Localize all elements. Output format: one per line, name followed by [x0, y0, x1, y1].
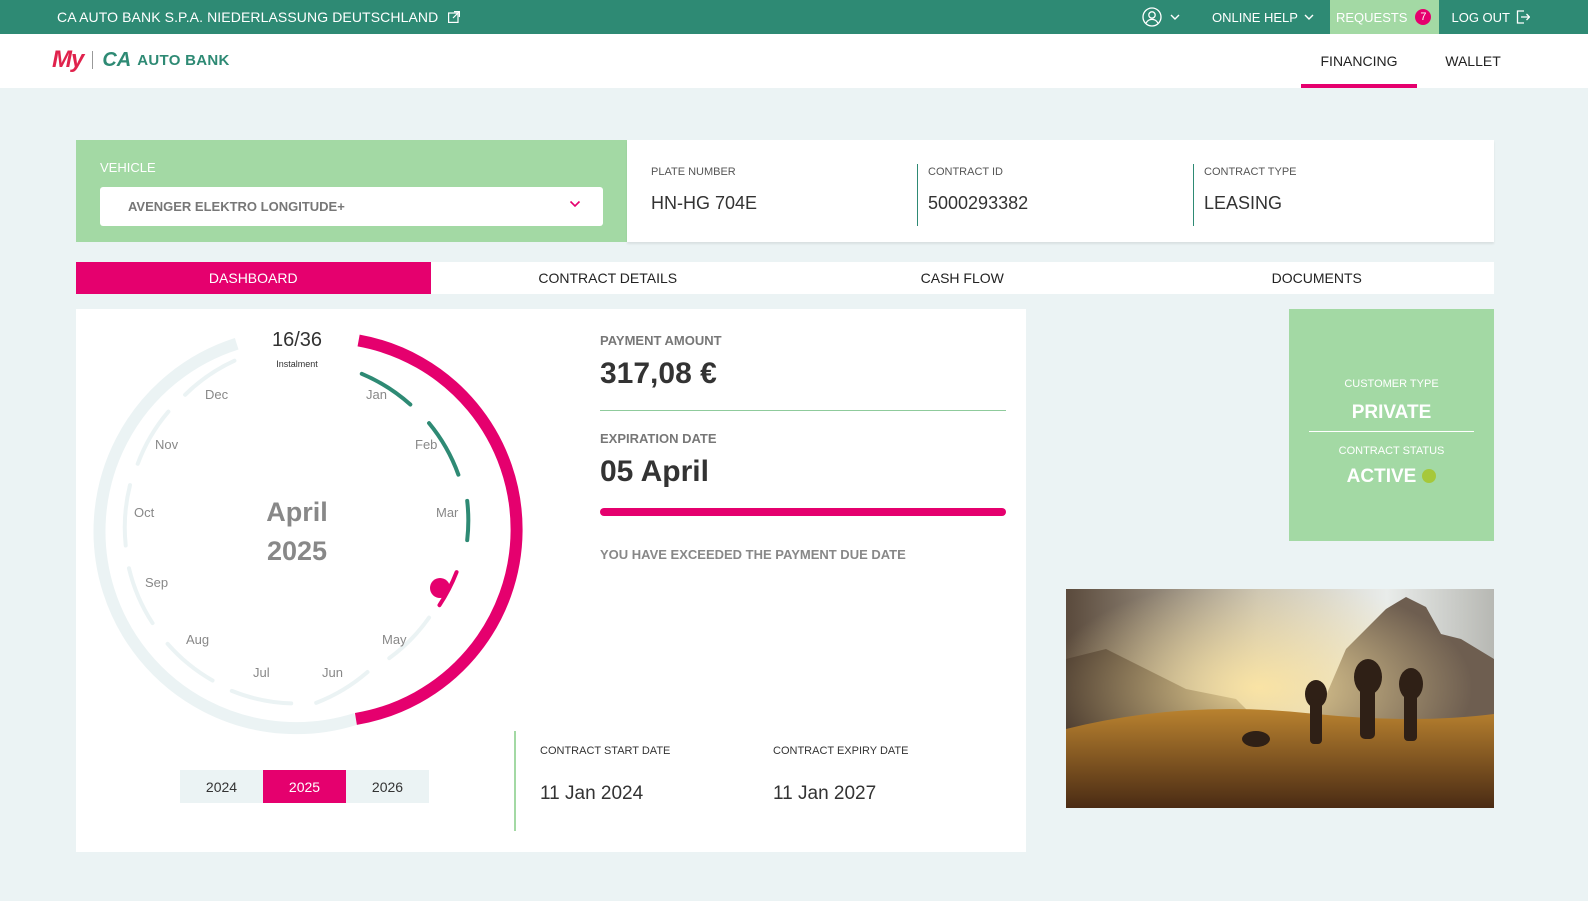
nav-wallet[interactable]: WALLET: [1430, 34, 1516, 88]
year-button-2024[interactable]: 2024: [180, 770, 263, 803]
month-label-oct: Oct: [134, 505, 155, 520]
contract-type-value: LEASING: [1204, 193, 1283, 213]
tab-dashboard[interactable]: DASHBOARD: [76, 262, 431, 294]
month-label-may: May: [382, 632, 407, 647]
selected-month: April: [266, 497, 328, 527]
bank-name-link[interactable]: CA AUTO BANK S.P.A. NIEDERLASSUNG DEUTSC…: [57, 9, 461, 25]
contract-type-block: CONTRACT TYPE LEASING: [1193, 164, 1297, 226]
online-help-label: ONLINE HELP: [1211, 9, 1298, 25]
logout-icon: [1516, 10, 1530, 24]
tab-bar: DASHBOARD CONTRACT DETAILS CASH FLOW DOC…: [76, 262, 1494, 294]
requests-count-badge: 7: [1415, 9, 1432, 25]
logo-separator: [92, 51, 94, 69]
chevron-down-icon: [1304, 14, 1314, 20]
month-label-mar: Mar: [436, 505, 459, 520]
hikers-photo: [1066, 589, 1494, 808]
year-selector: 2024 2025 2026: [180, 770, 429, 803]
expiry-date-value: 11 Jan 2027: [773, 783, 877, 804]
vehicle-label: VEHICLE: [100, 160, 156, 175]
payment-amount-label: PAYMENT AMOUNT: [600, 333, 722, 348]
logout-label: LOG OUT: [1451, 9, 1510, 25]
logo-ca-mark: CA: [102, 48, 132, 71]
chevron-down-icon: [1170, 14, 1180, 20]
customer-type-label: CUSTOMER TYPE: [1344, 378, 1439, 390]
user-menu[interactable]: [1142, 7, 1180, 27]
contract-status: ACTIVE: [1289, 466, 1494, 488]
month-label-jan: Jan: [366, 387, 387, 402]
month-label-sep: Sep: [145, 575, 169, 590]
main-header: My CA AUTO BANK FINANCING WALLET: [0, 34, 1588, 88]
expiry-date-label: CONTRACT EXPIRY DATE: [773, 745, 909, 757]
expiration-date-label: EXPIRATION DATE: [600, 431, 717, 446]
contract-status-label: CONTRACT STATUS: [1338, 445, 1445, 457]
contract-dates: CONTRACT START DATE 11 Jan 2024 CONTRACT…: [514, 731, 954, 831]
instalment-counter: 16/36: [271, 329, 323, 351]
contract-type-label: CONTRACT TYPE: [1204, 166, 1297, 178]
contract-info-panel: PLATE NUMBER HN-HG 704E CONTRACT ID 5000…: [627, 140, 1494, 242]
status-indicator-dot: [1422, 469, 1437, 483]
online-help-menu[interactable]: ONLINE HELP: [1212, 10, 1314, 25]
logo-text: AUTO BANK: [137, 51, 230, 69]
dial-current-dot[interactable]: [430, 578, 450, 598]
contract-status-value: ACTIVE: [1346, 466, 1417, 487]
customer-panel: CUSTOMER TYPE PRIVATE CONTRACT STATUS AC…: [1289, 309, 1494, 541]
start-date-label: CONTRACT START DATE: [540, 745, 671, 757]
overdue-warning: YOU HAVE EXCEEDED THE PAYMENT DUE DATE: [600, 547, 906, 562]
start-date-value: 11 Jan 2024: [540, 783, 644, 804]
vehicle-panel: VEHICLE AVENGER ELEKTRO LONGITUDE+: [76, 140, 627, 242]
month-label-jul: Jul: [253, 665, 270, 680]
plate-number-label: PLATE NUMBER: [651, 166, 736, 178]
user-icon: [1142, 7, 1162, 27]
nav-financing[interactable]: FINANCING: [1301, 34, 1417, 88]
customer-type-value: PRIVATE: [1351, 402, 1432, 423]
expiry-date-block: CONTRACT EXPIRY DATE 11 Jan 2027: [773, 745, 909, 805]
payment-divider: [600, 410, 1006, 411]
payment-amount-value: 317,08 €: [600, 357, 717, 390]
month-label-dec: Dec: [205, 387, 229, 402]
month-label-aug: Aug: [186, 632, 210, 647]
requests-label: REQUESTS: [1335, 9, 1408, 25]
vehicle-select[interactable]: AVENGER ELEKTRO LONGITUDE+: [100, 187, 603, 226]
top-bar: CA AUTO BANK S.P.A. NIEDERLASSUNG DEUTSC…: [0, 0, 1588, 34]
year-button-2026[interactable]: 2026: [346, 770, 429, 803]
selected-period: April 2025: [226, 493, 368, 571]
tab-cash-flow[interactable]: CASH FLOW: [785, 262, 1140, 294]
bank-name[interactable]: CA AUTO BANK S.P.A. NIEDERLASSUNG DEUTSC…: [57, 9, 438, 25]
plate-number-value: HN-HG 704E: [651, 193, 758, 213]
vehicle-select-value: AVENGER ELEKTRO LONGITUDE+: [128, 199, 345, 214]
instalment-label: Instalment: [276, 359, 318, 369]
contract-id-block: CONTRACT ID 5000293382: [917, 164, 1028, 226]
overdue-bar: [600, 508, 1006, 516]
hikers-photo-illustration: [1066, 589, 1494, 808]
selected-year: 2025: [266, 536, 328, 566]
month-label-jun: Jun: [322, 665, 343, 680]
chevron-down-icon: [569, 200, 581, 208]
logo[interactable]: My CA AUTO BANK: [52, 46, 230, 74]
customer-divider: [1309, 431, 1474, 432]
contract-id-label: CONTRACT ID: [928, 166, 1003, 178]
expiration-date-value: 05 April: [600, 455, 709, 488]
contract-id-value: 5000293382: [928, 193, 1029, 213]
month-label-nov: Nov: [155, 437, 179, 452]
tab-contract-details[interactable]: CONTRACT DETAILS: [431, 262, 786, 294]
dashboard-card: 16/36 Instalment Jan Feb Mar May Jun Jul…: [76, 309, 1026, 852]
external-link-icon: [448, 11, 461, 23]
year-button-2025[interactable]: 2025: [263, 770, 346, 803]
month-label-feb: Feb: [415, 437, 438, 452]
logo-my: My: [52, 46, 84, 73]
plate-number-block: PLATE NUMBER HN-HG 704E: [641, 164, 757, 226]
requests-button[interactable]: REQUESTS 7: [1329, 0, 1440, 34]
logout-button[interactable]: LOG OUT: [1451, 10, 1530, 25]
tab-documents[interactable]: DOCUMENTS: [1140, 262, 1495, 294]
start-date-block: CONTRACT START DATE 11 Jan 2024: [540, 745, 670, 805]
